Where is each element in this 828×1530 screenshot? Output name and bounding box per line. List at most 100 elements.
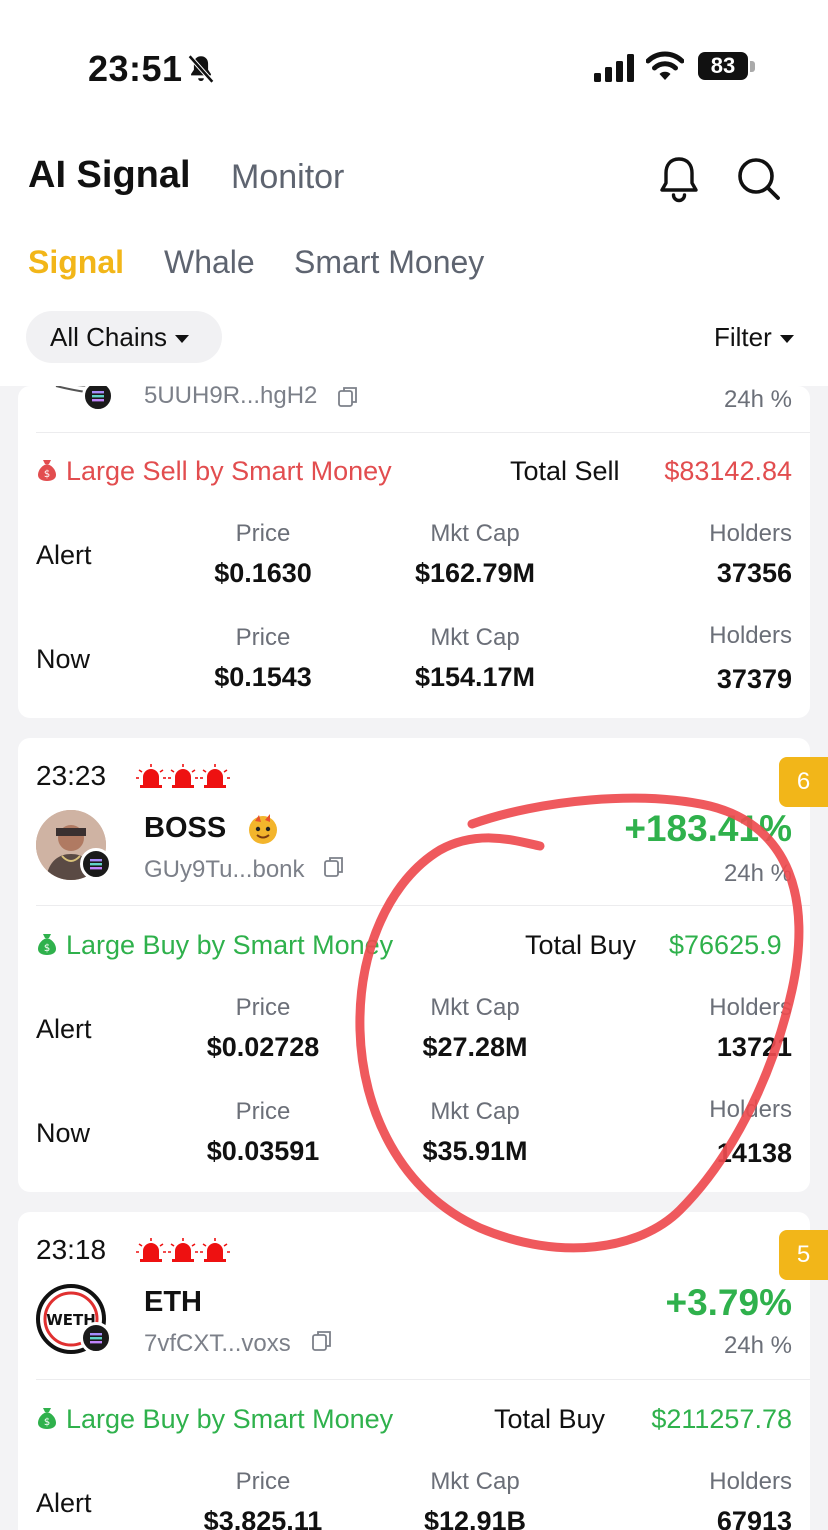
chevron-down-icon xyxy=(779,335,794,344)
alert-holders: 67913 xyxy=(716,1506,792,1530)
siren-icon xyxy=(168,764,198,788)
signal-type: $ Large Buy by Smart Money xyxy=(36,1404,393,1435)
holders-label: Holders xyxy=(709,520,792,547)
token-address: 7vfCXT...voxs xyxy=(144,1330,291,1357)
total-sell-value: $83142.84 xyxy=(664,456,792,486)
alert-level xyxy=(136,764,232,793)
now-mkt-cap: $154.17M xyxy=(414,662,536,692)
svg-text:$: $ xyxy=(44,469,50,480)
pct-change: +183.41% xyxy=(624,808,792,849)
price-label: Price xyxy=(235,1468,291,1495)
alert-price: $3,825.11 xyxy=(203,1506,323,1530)
status-time: 23:51 xyxy=(88,48,183,89)
alert-row-label: Alert xyxy=(36,1014,92,1044)
monitor-tab[interactable]: Monitor xyxy=(231,158,344,197)
mkt-cap-label: Mkt Cap xyxy=(430,1468,520,1495)
total-buy-value: $76625.9 xyxy=(669,930,782,960)
mkt-cap-label: Mkt Cap xyxy=(430,624,520,651)
solana-chain-icon xyxy=(82,386,114,412)
signal-card-1[interactable]: 5UUH9R...hgH2 24h % $ Large Sell by Smart… xyxy=(18,386,810,718)
copy-icon[interactable] xyxy=(312,1330,332,1352)
status-bar: 23:51 83 xyxy=(0,0,828,120)
alert-price: $0.1630 xyxy=(214,558,312,588)
alert-level xyxy=(136,1238,232,1267)
token-address: GUy9Tu...bonk xyxy=(144,856,305,883)
alert-mkt-cap: $27.28M xyxy=(422,1032,528,1062)
tab-signal[interactable]: Signal xyxy=(28,244,124,281)
siren-icon xyxy=(136,1238,166,1262)
wifi-icon xyxy=(646,51,684,80)
signal-label: Large Buy by Smart Money xyxy=(66,930,394,960)
signal-label: Large Sell by Smart Money xyxy=(66,456,392,486)
holders-label: Holders xyxy=(709,622,792,649)
now-holders: 14138 xyxy=(716,1138,792,1168)
total-buy-label: Total Buy xyxy=(494,1404,606,1434)
now-price: $0.1543 xyxy=(214,662,312,692)
now-row-label: Now xyxy=(36,1118,91,1148)
token-name: ETH xyxy=(144,1286,202,1318)
price-label: Price xyxy=(235,520,291,547)
chain-selector[interactable]: All Chains xyxy=(26,311,222,363)
page-title: AI Signal xyxy=(28,154,191,196)
signal-type: $ Large Sell by Smart Money xyxy=(36,456,392,487)
bell-slash-icon xyxy=(187,54,215,84)
tab-whale[interactable]: Whale xyxy=(164,244,255,281)
pct-change-label: 24h % xyxy=(723,860,792,887)
money-bag-icon: $ xyxy=(38,460,56,481)
signal-label: Large Buy by Smart Money xyxy=(66,1404,394,1434)
price-label: Price xyxy=(235,994,291,1021)
pct-change-label: 24h % xyxy=(723,1332,792,1359)
copy-icon[interactable] xyxy=(324,856,344,878)
alert-row-label: Alert xyxy=(36,540,92,570)
pct-change-label: 24h % xyxy=(723,386,792,413)
chain-selector-label: All Chains xyxy=(50,322,168,352)
holders-label: Holders xyxy=(709,994,792,1021)
now-price: $0.03591 xyxy=(206,1136,320,1166)
pct-change: +3.79% xyxy=(665,1282,792,1323)
solana-chain-icon xyxy=(80,848,112,880)
siren-icon xyxy=(200,764,230,788)
search-icon[interactable] xyxy=(734,154,784,204)
divider xyxy=(36,432,810,433)
filter-label: Filter xyxy=(714,322,772,352)
mkt-cap-label: Mkt Cap xyxy=(430,520,520,547)
signal-count-badge: 6 xyxy=(779,757,828,807)
siren-icon xyxy=(136,764,166,788)
total-sell-label: Total Sell xyxy=(510,456,620,486)
signal-card-3[interactable]: 23:18 WETH ETH 7vfCXT...voxs +3.79% 24h … xyxy=(18,1212,810,1530)
divider xyxy=(36,905,810,906)
alert-holders: 13721 xyxy=(716,1032,792,1062)
now-holders: 37379 xyxy=(716,664,792,694)
copy-icon[interactable] xyxy=(338,386,358,408)
solana-chain-icon xyxy=(80,1322,112,1354)
now-mkt-cap: $35.91M xyxy=(422,1136,528,1166)
filter-dropdown[interactable]: Filter xyxy=(714,322,794,353)
total-buy-label: Total Buy xyxy=(525,930,637,960)
signal-type: $ Large Buy by Smart Money xyxy=(36,930,393,961)
money-bag-icon: $ xyxy=(38,1408,56,1429)
top-header: 23:51 83 AI Signal Monitor Signal Whale … xyxy=(0,0,828,386)
signal-time: 23:18 xyxy=(36,1234,107,1265)
alert-row-label: Alert xyxy=(36,1488,92,1518)
money-bag-icon: $ xyxy=(38,934,56,955)
bell-icon[interactable] xyxy=(656,154,702,204)
signal-count-badge: 5 xyxy=(779,1230,828,1280)
now-row-label: Now xyxy=(36,644,91,674)
siren-icon xyxy=(200,1238,230,1262)
holders-label: Holders xyxy=(709,1468,792,1495)
token-address: 5UUH9R...hgH2 xyxy=(144,386,318,409)
meme-emoji-icon xyxy=(249,814,277,844)
svg-text:$: $ xyxy=(44,1417,50,1428)
token-name: BOSS xyxy=(144,812,227,844)
cellular-signal-icon xyxy=(594,54,634,82)
alert-mkt-cap: $162.79M xyxy=(414,558,536,588)
siren-icon xyxy=(168,1238,198,1262)
holders-label: Holders xyxy=(709,1096,792,1123)
alert-price: $0.02728 xyxy=(206,1032,320,1062)
tab-smart-money[interactable]: Smart Money xyxy=(294,244,484,281)
price-label: Price xyxy=(235,624,291,651)
divider xyxy=(36,1379,810,1380)
mkt-cap-label: Mkt Cap xyxy=(430,1098,520,1125)
total-buy-value: $211257.78 xyxy=(651,1404,792,1434)
signal-card-2[interactable]: 23:23 BOSS GUy9Tu...bonk +183.41% 24h % … xyxy=(18,738,810,1192)
